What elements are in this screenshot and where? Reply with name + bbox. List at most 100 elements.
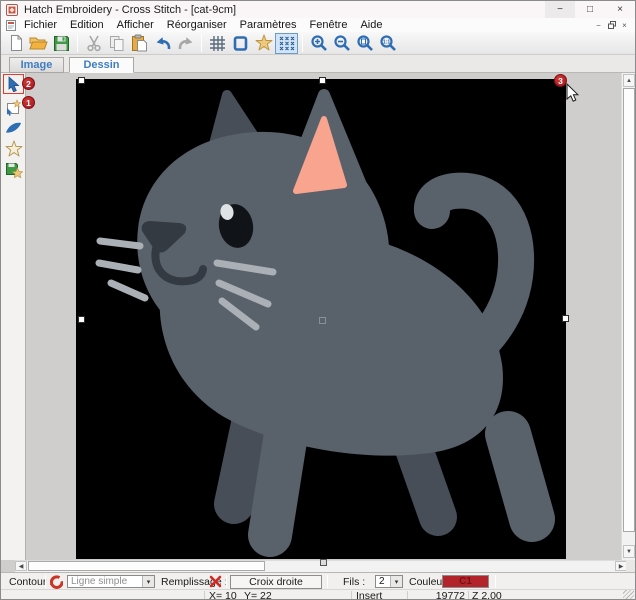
vertical-scrollbar[interactable]: ▲ ▼: [621, 73, 635, 560]
dropdown-arrow-icon[interactable]: ▾: [390, 576, 402, 587]
selection-handle-bottom-center[interactable]: [320, 559, 327, 566]
cut-button[interactable]: [82, 33, 105, 54]
menu-fichier[interactable]: Fichier: [24, 19, 57, 31]
star-icon: [255, 34, 273, 52]
save-button[interactable]: [50, 33, 73, 54]
status-zoom-level: Z 2.00: [472, 590, 502, 600]
paste-button[interactable]: [128, 33, 151, 54]
new-button[interactable]: [4, 33, 27, 54]
menu-edition[interactable]: Edition: [70, 19, 104, 31]
menu-reorganiser[interactable]: Réorganiser: [167, 19, 227, 31]
star-outline-icon: [5, 140, 23, 158]
workspace: 2 1: [1, 73, 635, 572]
propbar-separator: [327, 575, 328, 588]
dropdown-arrow-icon[interactable]: ▾: [142, 576, 154, 587]
open-button[interactable]: [27, 33, 50, 54]
save-icon: [53, 35, 70, 52]
step-badge-1: 1: [22, 96, 35, 109]
auto-digitize-button[interactable]: [252, 33, 275, 54]
document-icon: [6, 20, 16, 31]
zoom-out-button[interactable]: [330, 33, 353, 54]
blade-icon: [5, 121, 22, 134]
propbar-separator: [45, 575, 46, 588]
selection-handle-top-left[interactable]: [78, 77, 85, 84]
zoom-out-icon: [333, 34, 351, 52]
cross-stitch-grid-button[interactable]: [275, 33, 298, 54]
menu-bar: Fichier Edition Afficher Réorganiser Par…: [1, 18, 635, 32]
status-coord-x: X= 10: [209, 590, 237, 600]
close-button[interactable]: ×: [605, 1, 635, 18]
vertical-scroll-thumb[interactable]: [623, 88, 635, 532]
toolbar-separator: [77, 34, 78, 52]
minimize-button[interactable]: −: [545, 1, 575, 18]
selection-handle-top-center[interactable]: [319, 77, 326, 84]
menu-fenetre[interactable]: Fenêtre: [310, 19, 348, 31]
status-mode: Insert: [356, 590, 382, 600]
mouse-cursor-icon: [566, 83, 579, 102]
selection-handle-middle-right[interactable]: [562, 315, 569, 322]
outline-run-icon[interactable]: [49, 575, 63, 589]
tab-dessin-label: Dessin: [83, 59, 119, 71]
statusbar-divider: [351, 591, 352, 600]
copy-icon: [109, 35, 125, 52]
mdi-window-controls: − ×: [592, 19, 635, 31]
zoom-in-button[interactable]: [307, 33, 330, 54]
color-swatch-label: C1: [459, 576, 472, 587]
scroll-down-button[interactable]: ▼: [623, 545, 635, 558]
window-title: Hatch Embroidery - Cross Stitch - [cat-9…: [24, 4, 545, 16]
no-fill-x-icon[interactable]: [209, 575, 222, 588]
statusbar-divider: [468, 591, 469, 600]
status-stitch-count: 19772: [407, 590, 465, 600]
scroll-left-button[interactable]: ◀: [15, 561, 27, 571]
horizontal-scroll-thumb[interactable]: [28, 561, 265, 571]
mdi-restore-button[interactable]: [605, 19, 618, 31]
resize-grip-icon[interactable]: [623, 590, 634, 600]
scroll-up-button[interactable]: ▲: [623, 74, 635, 87]
contour-type-value: Ligne simple: [68, 576, 142, 587]
hoop-icon: [232, 35, 249, 52]
menu-parametres[interactable]: Paramètres: [240, 19, 297, 31]
threads-value: 2: [376, 576, 390, 587]
copy-button[interactable]: [105, 33, 128, 54]
zoom-to-page-button[interactable]: [353, 33, 376, 54]
scrollbar-corner: [626, 560, 635, 572]
redo-button[interactable]: [174, 33, 197, 54]
tab-strip: Image Dessin: [1, 55, 635, 73]
zoom-1to1-button[interactable]: 1:1: [376, 33, 399, 54]
tab-image-label: Image: [21, 59, 53, 71]
select-tool-button[interactable]: [3, 74, 24, 94]
tab-dessin[interactable]: Dessin: [69, 57, 134, 73]
propbar-separator: [226, 575, 227, 588]
app-window: Hatch Embroidery - Cross Stitch - [cat-9…: [0, 0, 636, 600]
grid-icon: [209, 35, 226, 52]
save-design-tool-button[interactable]: [3, 161, 24, 181]
cross-type-label: Croix droite: [249, 576, 303, 588]
hoop-button[interactable]: [229, 33, 252, 54]
selection-handle-middle-left[interactable]: [78, 316, 85, 323]
undo-icon: [154, 35, 172, 51]
magic-wand-tool-button[interactable]: [3, 117, 24, 137]
selection-center-anchor[interactable]: [319, 317, 326, 324]
scroll-up-icon: ▲: [626, 78, 632, 84]
menu-aide[interactable]: Aide: [360, 19, 382, 31]
maximize-button[interactable]: □: [575, 1, 605, 18]
grid-button[interactable]: [206, 33, 229, 54]
insert-artwork-tool-button[interactable]: [3, 97, 24, 117]
select-arrow-icon: [6, 76, 21, 92]
tab-image[interactable]: Image: [9, 57, 64, 73]
cross-stitch-grid-icon: [278, 35, 296, 52]
propbar-separator: [495, 575, 496, 588]
menu-afficher[interactable]: Afficher: [117, 19, 154, 31]
main-toolbar: 1:1: [1, 32, 635, 55]
save-design-icon: [5, 162, 23, 180]
cross-type-button[interactable]: Croix droite: [230, 575, 322, 589]
threads-dropdown[interactable]: 2 ▾: [375, 575, 403, 588]
status-coord-y: Y= 22: [244, 590, 272, 600]
color-swatch[interactable]: C1: [442, 575, 489, 588]
mdi-close-button[interactable]: ×: [618, 19, 631, 31]
undo-button[interactable]: [151, 33, 174, 54]
contour-type-dropdown[interactable]: Ligne simple ▾: [67, 575, 155, 588]
zoom-in-icon: [310, 34, 328, 52]
auto-digitize-tool-button[interactable]: [3, 139, 24, 159]
mdi-minimize-button[interactable]: −: [592, 19, 605, 31]
